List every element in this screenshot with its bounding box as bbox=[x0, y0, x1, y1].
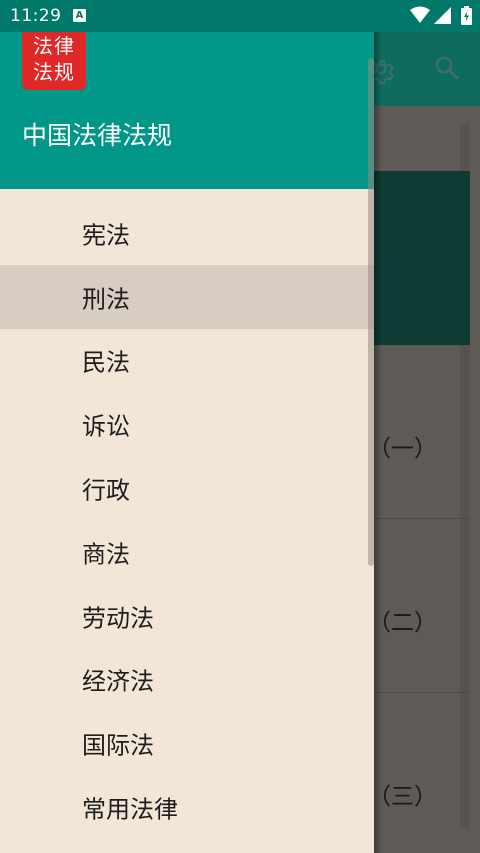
menu-item-litigation[interactable]: 诉讼 bbox=[0, 392, 374, 456]
status-time: 11:29 bbox=[10, 6, 62, 26]
menu-item-label: 诉讼 bbox=[82, 412, 130, 441]
menu-item-label: 经济法 bbox=[82, 667, 154, 696]
menu-item-constitution[interactable]: 宪法 bbox=[0, 201, 374, 265]
wifi-icon bbox=[410, 6, 430, 23]
search-icon[interactable] bbox=[433, 54, 461, 82]
menu-item-civil-law[interactable]: 民法 bbox=[0, 329, 374, 393]
drawer-header: 法律 法规 中国法律法规 bbox=[0, 30, 374, 189]
menu-item-administrative[interactable]: 行政 bbox=[0, 456, 374, 520]
menu-item-commercial-law[interactable]: 商法 bbox=[0, 520, 374, 584]
menu-item-label: 国际法 bbox=[82, 731, 154, 760]
drawer-scrollbar[interactable] bbox=[368, 58, 374, 566]
app-title: 中国法律法规 bbox=[22, 121, 173, 150]
menu-item-economic-law[interactable]: 经济法 bbox=[0, 648, 374, 712]
battery-icon bbox=[461, 6, 472, 25]
menu-item-labor-law[interactable]: 劳动法 bbox=[0, 584, 374, 648]
menu-item-label: 宪法 bbox=[82, 221, 130, 250]
drawer-menu: 宪法 刑法 民法 诉讼 行政 商法 劳动法 经济法 国际法 常用法律 bbox=[0, 201, 374, 839]
logo-line-1: 法律 bbox=[33, 34, 75, 58]
menu-item-label: 商法 bbox=[82, 540, 130, 569]
menu-item-common-laws[interactable]: 常用法律 bbox=[0, 775, 374, 839]
drawer-shadow bbox=[374, 32, 382, 853]
logo-line-2: 法规 bbox=[33, 60, 75, 84]
signal-icon bbox=[434, 7, 451, 24]
navigation-drawer: 法律 法规 中国法律法规 宪法 刑法 民法 诉讼 行政 商法 劳动法 经济法 国… bbox=[0, 30, 374, 853]
menu-item-label: 刑法 bbox=[82, 285, 130, 314]
menu-item-label: 常用法律 bbox=[82, 795, 178, 824]
notification-a-icon: A bbox=[73, 9, 86, 22]
status-bar: 11:29 A bbox=[0, 0, 480, 32]
menu-item-label: 劳动法 bbox=[82, 604, 154, 633]
menu-item-criminal-law[interactable]: 刑法 bbox=[0, 264, 374, 329]
menu-item-label: 民法 bbox=[82, 348, 130, 377]
menu-item-label: 行政 bbox=[82, 476, 130, 505]
app-logo: 法律 法规 bbox=[22, 30, 86, 90]
menu-item-international-law[interactable]: 国际法 bbox=[0, 711, 374, 775]
